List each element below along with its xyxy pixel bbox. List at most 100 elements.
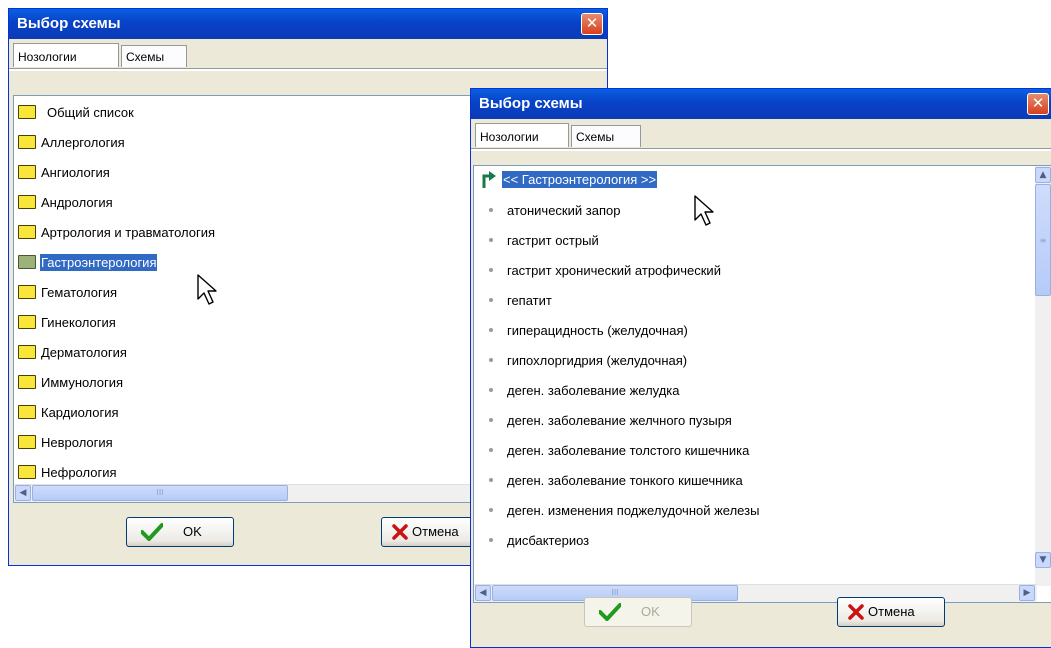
list-item-label: Ангиология [41, 165, 110, 180]
back-row[interactable]: << Гастроэнтерология >> [474, 166, 1051, 196]
list-item-label: Иммунология [41, 375, 123, 390]
list-item[interactable]: гипохлоргидрия (желудочная) [474, 347, 1035, 377]
scheme-dialog-front: Выбор схемы ✕ Нозологии Схемы << Гастроэ… [470, 88, 1051, 648]
cursor-icon [694, 195, 714, 226]
folder-icon [18, 315, 36, 329]
folder-icon [18, 375, 36, 389]
list-item-label: деген. заболевание желчного пузыря [507, 413, 732, 428]
folder-icon [18, 105, 36, 119]
ok-button[interactable]: OK [126, 517, 234, 547]
list-item[interactable]: деген. заболевание тонкого кишечника [474, 467, 1035, 497]
back-arrow-icon [482, 171, 496, 188]
bullet-icon [489, 538, 493, 542]
scroll-left-icon[interactable]: ◀ [475, 585, 491, 601]
dialog-title: Выбор схемы [479, 95, 583, 112]
bullet-icon [489, 478, 493, 482]
back-to-parent-item[interactable]: << Гастроэнтерология >> [500, 170, 659, 189]
bullet-icon [489, 508, 493, 512]
tab-divider [471, 148, 1051, 151]
check-icon [141, 523, 163, 541]
list-item-label: деген. заболевание желудка [507, 383, 680, 398]
tab-nosologies[interactable]: Нозологии [13, 43, 119, 67]
list-item-label: гастрит острый [507, 233, 599, 248]
folder-icon [18, 255, 36, 269]
folder-icon [18, 225, 36, 239]
list-item[interactable]: деген. заболевание толстого кишечника [474, 437, 1035, 467]
bullet-icon [489, 388, 493, 392]
check-icon [599, 603, 621, 621]
bullet-icon [489, 448, 493, 452]
list-item[interactable]: деген. изменения поджелудочной железы [474, 497, 1035, 527]
list-item-label: Нефрология [41, 465, 117, 480]
list-item[interactable]: деген. заболевание желчного пузыря [474, 407, 1035, 437]
list-item-label: дисбактериоз [507, 533, 590, 548]
folder-icon [18, 195, 36, 209]
folder-icon [18, 465, 36, 479]
cancel-label: Отмена [868, 604, 915, 619]
list-item-label: Андрология [41, 195, 113, 210]
cancel-x-icon [392, 524, 408, 540]
scroll-up-icon[interactable]: ▲ [1035, 167, 1051, 183]
hscroll-thumb[interactable]: III [32, 485, 288, 501]
list-item-label: гиперацидность (желудочная) [507, 323, 688, 338]
folder-icon [18, 435, 36, 449]
tab-schemes[interactable]: Схемы [121, 45, 187, 67]
list-item[interactable]: гепатит [474, 287, 1035, 317]
ok-button[interactable]: OK [584, 597, 692, 627]
list-item[interactable]: гастрит хронический атрофический [474, 257, 1035, 287]
vertical-scrollbar[interactable]: ▲ ≡ ▼ [1035, 166, 1051, 586]
folder-icon [18, 165, 36, 179]
bullet-icon [489, 238, 493, 242]
list-item-label: гастрит хронический атрофический [507, 263, 721, 278]
list-item-label: деген. заболевание тонкого кишечника [507, 473, 743, 488]
vscroll-thumb[interactable]: ≡ [1035, 184, 1051, 296]
list-item-label: гипохлоргидрия (желудочная) [507, 353, 688, 368]
tab-nosologies[interactable]: Нозологии [475, 123, 569, 147]
list-item[interactable]: дисбактериоз [474, 527, 1035, 557]
dialog-titlebar[interactable]: Выбор схемы [9, 9, 607, 39]
scroll-right-icon[interactable]: ▶ [1019, 585, 1035, 601]
bullet-icon [489, 298, 493, 302]
folder-icon [18, 285, 36, 299]
dialog-title: Выбор схемы [17, 15, 121, 32]
list-item[interactable]: деген. заболевание желудка [474, 377, 1035, 407]
folder-icon [18, 135, 36, 149]
close-icon[interactable]: ✕ [1027, 93, 1049, 115]
list-item-label: Общий список [47, 105, 134, 120]
bullet-icon [489, 208, 493, 212]
ok-label: OK [641, 604, 660, 619]
close-icon[interactable]: ✕ [581, 13, 603, 35]
bullet-icon [489, 268, 493, 272]
list-item[interactable]: гастрит острый [474, 227, 1035, 257]
list-item-label: деген. изменения поджелудочной железы [507, 503, 760, 518]
folder-icon [18, 345, 36, 359]
list-item-label: Неврология [41, 435, 113, 450]
cancel-label: Отмена [412, 524, 459, 539]
list-item-label: Артрология и травматология [41, 225, 216, 240]
horizontal-scrollbar[interactable]: ◀ III ▶ [474, 584, 1037, 602]
bullet-icon [489, 358, 493, 362]
list-item-label: Аллергология [41, 135, 125, 150]
list-item-label: деген. заболевание толстого кишечника [507, 443, 750, 458]
scroll-left-icon[interactable]: ◀ [15, 485, 31, 501]
cursor-icon [197, 274, 217, 305]
list-item-label: Дерматология [41, 345, 127, 360]
tab-schemes[interactable]: Схемы [571, 125, 641, 147]
tab-divider [9, 68, 607, 71]
list-item-label: Гематология [41, 285, 118, 300]
list-item-label: Кардиология [41, 405, 119, 420]
cancel-x-icon [848, 604, 864, 620]
dialog-titlebar[interactable]: Выбор схемы [471, 89, 1051, 119]
bullet-icon [489, 418, 493, 422]
ok-label: OK [183, 524, 202, 539]
list-item-label: Гастроэнтерология [38, 253, 159, 272]
diagnosis-list[interactable]: << Гастроэнтерология >> атонический запо… [473, 165, 1051, 603]
scroll-down-icon[interactable]: ▼ [1035, 552, 1051, 568]
list-item-label: Гинекология [41, 315, 116, 330]
bullet-icon [489, 328, 493, 332]
list-item[interactable]: атонический запор [474, 197, 1035, 227]
list-item[interactable]: гиперацидность (желудочная) [474, 317, 1035, 347]
list-item-label: гепатит [507, 293, 552, 308]
cancel-button[interactable]: Отмена [837, 597, 945, 627]
list-item-label: атонический запор [507, 203, 621, 218]
